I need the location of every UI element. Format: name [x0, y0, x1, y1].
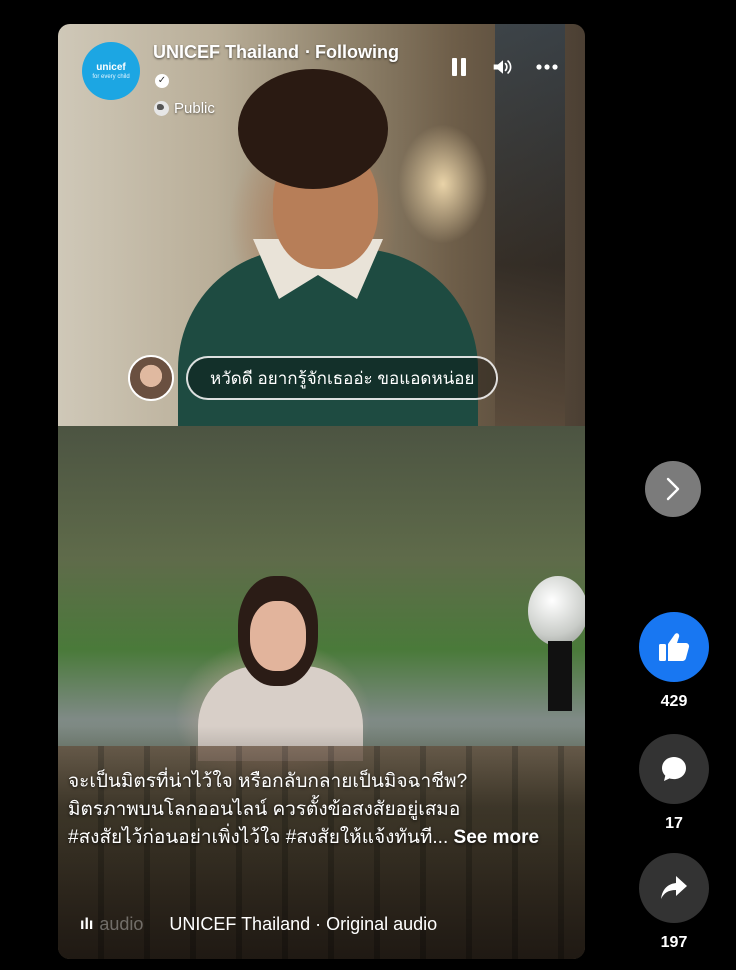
- pause-icon[interactable]: [448, 56, 470, 78]
- page-header-title: UNICEF Thailand · Following: [153, 42, 399, 62]
- like-button[interactable]: [639, 612, 709, 682]
- audio-wave-icon: ılı: [80, 915, 94, 933]
- comment-count: 17: [665, 815, 683, 832]
- avatar: [128, 355, 174, 401]
- comment-button[interactable]: [639, 734, 709, 804]
- comment-bubble-icon: [662, 757, 686, 781]
- next-reel-button[interactable]: [645, 461, 701, 517]
- chevron-right-icon: [666, 477, 680, 501]
- see-more-link[interactable]: See more: [454, 827, 540, 848]
- page-avatar[interactable]: unicef for every child: [82, 42, 140, 100]
- like-count: 429: [660, 693, 688, 710]
- volume-icon[interactable]: [492, 56, 514, 78]
- privacy-label: Public: [174, 100, 215, 117]
- more-options-icon[interactable]: [536, 56, 558, 78]
- caption-line: จะเป็นมิตรที่น่าไว้ใจ หรือกลับกลายเป็นมิ…: [68, 771, 468, 792]
- caption-hashtags: #สงสัยไว้ก่อนอย่าเพิ่งไว้ใจ #สงสัยให้แจ้…: [68, 827, 540, 848]
- audio-attribution[interactable]: ılı audio UNICEF Thailand · Original aud…: [80, 914, 437, 935]
- audio-source[interactable]: UNICEF Thailand · Original audio: [169, 914, 437, 935]
- reel-caption: จะเป็นมิตรที่น่าไว้ใจ หรือกลับกลายเป็นมิ…: [68, 768, 568, 852]
- reel-video[interactable]: unicef for every child UNICEF Thailand · F…: [58, 24, 585, 959]
- globe-icon: [154, 101, 169, 116]
- audio-label-faded: audio: [99, 914, 144, 934]
- caption-line: มิตรภาพบนโลกออนไลน์ ควรตั้งข้อสงสัยอยู่เ…: [68, 799, 461, 820]
- share-arrow-icon: [661, 876, 687, 899]
- verified-badge-icon: ✓: [155, 74, 169, 88]
- follow-status[interactable]: Following: [315, 42, 399, 62]
- share-count: 197: [660, 934, 688, 951]
- comment-bubble: หวัดดี อยากรู้จักเธออ่ะ ขอแอดหน่อย: [186, 356, 499, 400]
- playback-controls: [448, 56, 558, 78]
- thumbs-up-icon: [659, 633, 690, 661]
- video-frame-bottom: [58, 426, 585, 959]
- page-name-link[interactable]: UNICEF Thailand: [153, 42, 299, 62]
- share-button[interactable]: [639, 853, 709, 923]
- comment-preview: หวัดดี อยากรู้จักเธออ่ะ ขอแอดหน่อย: [128, 355, 499, 401]
- privacy-indicator: Public: [154, 100, 215, 117]
